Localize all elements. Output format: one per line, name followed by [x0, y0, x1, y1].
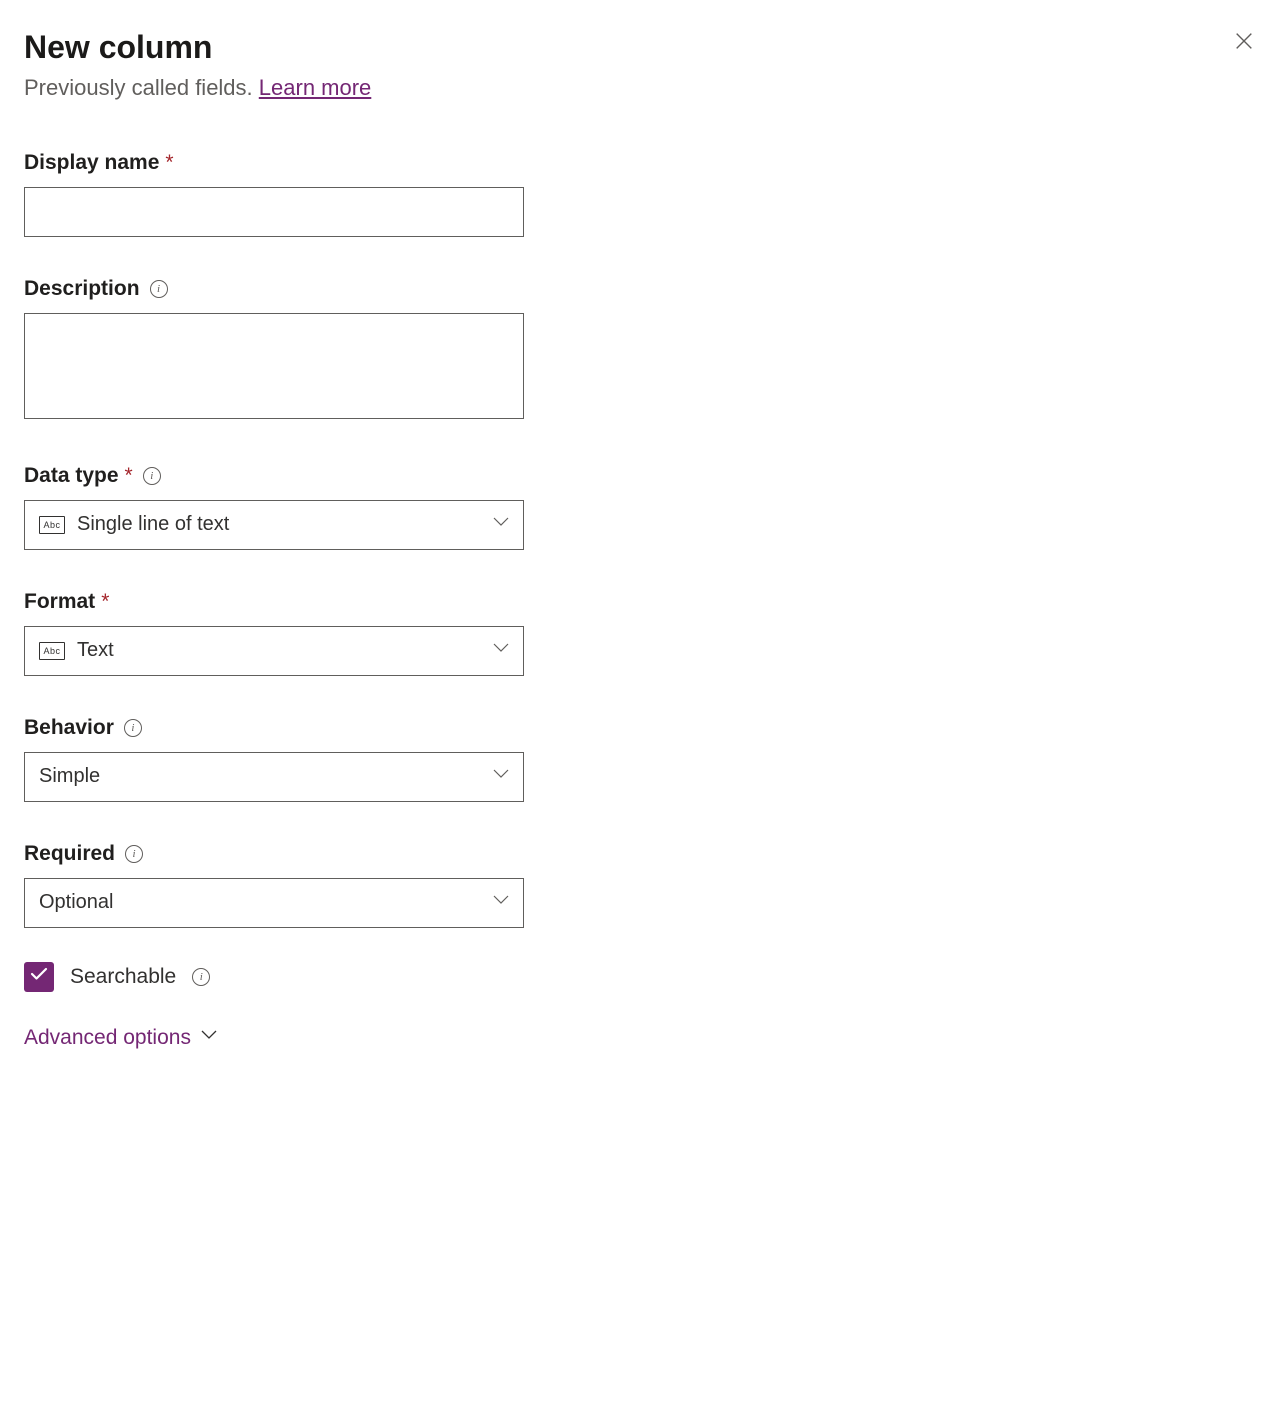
description-field: Description i: [24, 277, 524, 424]
chevron-down-icon: [493, 517, 509, 533]
data-type-label: Data type * i: [24, 464, 524, 488]
checkmark-icon: [30, 965, 48, 988]
header-text: New column Previously called fields. Lea…: [24, 28, 1228, 103]
info-icon[interactable]: i: [124, 719, 142, 737]
required-indicator: *: [125, 464, 133, 488]
close-button[interactable]: [1228, 28, 1260, 60]
info-icon[interactable]: i: [192, 968, 210, 986]
required-indicator: *: [165, 151, 173, 175]
searchable-field: Searchable i: [24, 962, 524, 992]
panel-subtitle: Previously called fields. Learn more: [24, 74, 1228, 103]
searchable-label: Searchable: [70, 965, 176, 989]
chevron-down-icon: [493, 769, 509, 785]
required-select[interactable]: Optional: [24, 878, 524, 928]
required-indicator: *: [101, 590, 109, 614]
info-icon[interactable]: i: [143, 467, 161, 485]
form: Display name * Description i Data type *…: [24, 151, 524, 1050]
behavior-select[interactable]: Simple: [24, 752, 524, 802]
behavior-value: Simple: [39, 765, 493, 788]
learn-more-link[interactable]: Learn more: [259, 75, 372, 100]
description-label-text: Description: [24, 277, 140, 301]
format-label: Format *: [24, 590, 524, 614]
required-field: Required i Optional: [24, 842, 524, 928]
description-input[interactable]: [24, 313, 524, 419]
data-type-field: Data type * i Abc Single line of text: [24, 464, 524, 550]
text-type-icon: Abc: [39, 516, 65, 534]
behavior-field: Behavior i Simple: [24, 716, 524, 802]
data-type-select[interactable]: Abc Single line of text: [24, 500, 524, 550]
data-type-value: Single line of text: [77, 513, 493, 536]
display-name-label-text: Display name: [24, 151, 159, 175]
required-value: Optional: [39, 891, 493, 914]
display-name-input[interactable]: [24, 187, 524, 237]
close-icon: [1233, 30, 1255, 58]
format-field: Format * Abc Text: [24, 590, 524, 676]
behavior-label-text: Behavior: [24, 716, 114, 740]
behavior-label: Behavior i: [24, 716, 524, 740]
format-value: Text: [77, 639, 493, 662]
info-icon[interactable]: i: [150, 280, 168, 298]
text-type-icon: Abc: [39, 642, 65, 660]
panel-title: New column: [24, 28, 1228, 66]
format-label-text: Format: [24, 590, 95, 614]
advanced-options-toggle[interactable]: Advanced options: [24, 1026, 217, 1050]
subtitle-text: Previously called fields.: [24, 75, 259, 100]
data-type-label-text: Data type: [24, 464, 119, 488]
required-label: Required i: [24, 842, 524, 866]
description-label: Description i: [24, 277, 524, 301]
display-name-label: Display name *: [24, 151, 524, 175]
required-label-text: Required: [24, 842, 115, 866]
display-name-field: Display name *: [24, 151, 524, 237]
searchable-checkbox[interactable]: [24, 962, 54, 992]
info-icon[interactable]: i: [125, 845, 143, 863]
chevron-down-icon: [493, 643, 509, 659]
chevron-down-icon: [493, 895, 509, 911]
chevron-down-icon: [201, 1030, 217, 1046]
format-select[interactable]: Abc Text: [24, 626, 524, 676]
panel-header: New column Previously called fields. Lea…: [24, 28, 1260, 103]
advanced-options-label: Advanced options: [24, 1026, 191, 1050]
